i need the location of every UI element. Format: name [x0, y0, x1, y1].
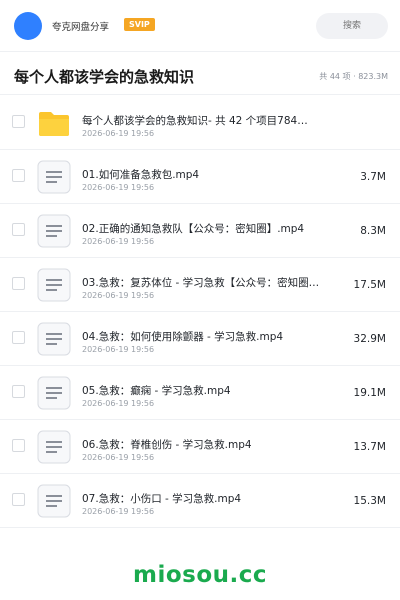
file-name: 每个人都该学会的急救知识- 共 42 个项目784… — [82, 115, 308, 127]
page-title: 每个人都该学会的急救知识 — [14, 68, 195, 86]
file-row[interactable]: 06.急救：脊椎创伤 - 学习急救.mp4 2026-06-19 19:56 1… — [0, 420, 400, 474]
file-row[interactable]: 07.急救：小伤口 - 学习急救.mp4 2026-06-19 19:56 15… — [0, 474, 400, 528]
document-icon — [37, 376, 71, 410]
document-icon — [37, 430, 71, 464]
document-icon — [37, 160, 71, 194]
file-row[interactable]: 01.如何准备急救包.mp4 2026-06-19 19:56 3.7M — [0, 150, 400, 204]
file-size: 19.1M — [353, 387, 386, 399]
file-row[interactable]: 每个人都该学会的急救知识- 共 42 个项目784… 2026-06-19 19… — [0, 96, 400, 150]
file-name: 01.如何准备急救包.mp4 — [82, 169, 200, 181]
file-name: 03.急救：复苏体位 - 学习急救【公众号：密知圈… — [82, 277, 320, 289]
user-name: 夸克网盘分享 — [52, 22, 110, 33]
folder-title-bar: 每个人都该学会的急救知识 共 44 项 · 823.3M — [0, 53, 400, 95]
document-icon — [37, 214, 71, 248]
file-row[interactable]: 04.急救：如何使用除颤器 - 学习急救.mp4 2026-06-19 19:5… — [0, 312, 400, 366]
file-date: 2026-06-19 19:56 — [82, 399, 155, 408]
file-row[interactable]: 03.急救：复苏体位 - 学习急救【公众号：密知圈… 2026-06-19 19… — [0, 258, 400, 312]
header-bar: 夸克网盘分享 SVIP — [0, 0, 400, 52]
file-name: 02.正确的通知急救队【公众号：密知圈】.mp4 — [82, 223, 305, 235]
row-checkbox[interactable] — [12, 385, 25, 398]
file-date: 2026-06-19 19:56 — [82, 291, 155, 300]
file-name: 07.急救：小伤口 - 学习急救.mp4 — [82, 493, 242, 505]
file-list: 每个人都该学会的急救知识- 共 42 个项目784… 2026-06-19 19… — [0, 96, 400, 528]
file-date: 2026-06-19 19:56 — [82, 237, 155, 246]
row-checkbox[interactable] — [12, 439, 25, 452]
file-date: 2026-06-19 19:56 — [82, 453, 155, 462]
file-size: 17.5M — [353, 279, 386, 291]
avatar[interactable] — [14, 12, 42, 40]
row-checkbox[interactable] — [12, 223, 25, 236]
svip-badge: SVIP — [124, 18, 155, 31]
document-icon — [37, 322, 71, 356]
file-row[interactable]: 02.正确的通知急救队【公众号：密知圈】.mp4 2026-06-19 19:5… — [0, 204, 400, 258]
row-checkbox[interactable] — [12, 277, 25, 290]
row-checkbox[interactable] — [12, 493, 25, 506]
file-size: 8.3M — [360, 225, 386, 237]
file-date: 2026-06-19 19:56 — [82, 183, 155, 192]
file-size: 32.9M — [353, 333, 386, 345]
document-icon — [37, 484, 71, 518]
search-input[interactable] — [316, 13, 388, 39]
watermark: miosou.cc — [132, 562, 268, 588]
file-date: 2026-06-19 19:56 — [82, 507, 155, 516]
folder-summary: 共 44 项 · 823.3M — [319, 72, 388, 81]
row-checkbox[interactable] — [12, 331, 25, 344]
row-checkbox[interactable] — [12, 169, 25, 182]
file-date: 2026-06-19 19:56 — [82, 129, 155, 138]
folder-icon — [39, 112, 69, 136]
file-name: 06.急救：脊椎创伤 - 学习急救.mp4 — [82, 439, 252, 451]
file-size: 13.7M — [353, 441, 386, 453]
document-icon — [37, 268, 71, 302]
row-checkbox[interactable] — [12, 115, 25, 128]
file-size: 15.3M — [353, 495, 386, 507]
file-date: 2026-06-19 19:56 — [82, 345, 155, 354]
file-row[interactable]: 05.急救：癫痫 - 学习急救.mp4 2026-06-19 19:56 19.… — [0, 366, 400, 420]
file-name: 04.急救：如何使用除颤器 - 学习急救.mp4 — [82, 331, 284, 343]
file-name: 05.急救：癫痫 - 学习急救.mp4 — [82, 385, 231, 397]
file-size: 3.7M — [360, 171, 386, 183]
